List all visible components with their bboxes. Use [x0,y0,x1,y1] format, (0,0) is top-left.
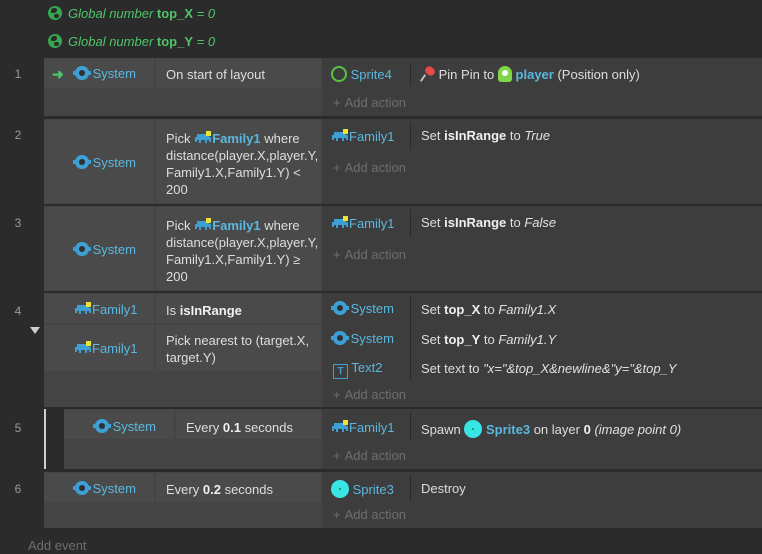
add-action-button[interactable]: + Add action [333,160,406,175]
action-text[interactable]: Spawn Sprite3 on layer 0 (image point 0) [421,420,681,438]
globe-icon [48,34,62,48]
condition-text[interactable]: Every 0.1 seconds [186,419,293,436]
action-object[interactable]: Sprite4 [331,66,392,82]
condition-text[interactable]: Pick Family1 where distance(player.X,pla… [166,217,318,285]
event-number: 6 [14,482,22,496]
event-number: 5 [14,421,22,435]
condition-object[interactable]: Family1 [74,302,138,317]
action-text[interactable]: Set top_X to Family1.X [421,301,556,318]
global-variable-top-y[interactable]: Global number top_Y = 0 [48,31,215,53]
family-icon [194,131,212,145]
pin-icon [421,67,435,81]
condition-text[interactable]: Every 0.2 seconds [166,481,273,498]
action-text[interactable]: Destroy [421,480,466,497]
add-action-button[interactable]: + Add action [333,95,406,110]
condition-object[interactable]: System [93,419,156,434]
action-text[interactable]: Set text to "x="&top_X&newline&"y="&top_… [421,360,677,377]
action-object[interactable]: Family1 [331,216,395,231]
event-number: 3 [14,216,22,230]
condition-object[interactable]: System [73,66,136,81]
action-object[interactable]: Sprite3 [331,480,394,498]
condition-text[interactable]: Is isInRange [166,302,242,319]
condition-text[interactable]: Pick nearest to (target.X, target.Y) [166,332,316,366]
player-icon [497,66,512,82]
condition-object[interactable]: System [73,242,136,257]
gear-icon [73,481,91,495]
condition-object[interactable]: System [73,155,136,170]
action-text[interactable]: Set isInRange to False [421,214,556,231]
family-icon [331,420,349,434]
add-action-button[interactable]: + Add action [333,247,406,262]
condition-object[interactable]: System [73,481,136,496]
condition-object[interactable]: Family1 [74,341,138,356]
gear-icon [331,301,349,315]
action-object[interactable]: Family1 [331,129,395,144]
sprite-cyan-icon [331,480,349,498]
text-icon: T [333,364,348,379]
condition-text[interactable]: On start of layout [166,66,265,83]
sprite-outline-icon [331,66,347,82]
gear-icon [73,242,91,256]
add-action-button[interactable]: + Add action [333,387,406,402]
gear-icon [93,419,111,433]
action-object[interactable]: Family1 [331,420,395,435]
globe-icon [48,6,62,20]
family-icon [331,129,349,143]
event-number: 2 [14,128,22,142]
action-object[interactable]: System [331,331,394,346]
action-text[interactable]: Set top_Y to Family1.Y [421,331,556,348]
action-object[interactable]: System [331,301,394,316]
event-number: 1 [14,67,22,81]
event-number: 4 [14,304,22,318]
action-text[interactable]: Pin Pin to player (Position only) [421,66,640,83]
global-variable-top-x[interactable]: Global number top_X = 0 [48,3,215,25]
family-icon [74,341,92,355]
add-action-button[interactable]: + Add action [333,448,406,463]
gear-icon [331,331,349,345]
family-icon [331,216,349,230]
collapse-toggle[interactable] [30,327,40,334]
add-action-button[interactable]: + Add action [333,507,406,522]
condition-text[interactable]: Pick Family1 where distance(player.X,pla… [166,130,318,198]
gear-icon [73,155,91,169]
action-text[interactable]: Set isInRange to True [421,127,550,144]
gear-icon [73,66,91,80]
family-icon [194,218,212,232]
sprite-cyan-icon [464,420,483,438]
sub-event-bracket [44,409,46,469]
family-icon [74,302,92,316]
trigger-arrow-icon: ➜ [52,66,64,82]
action-object[interactable]: T Text2 [333,360,382,379]
add-event-button[interactable]: Add event [28,538,87,553]
